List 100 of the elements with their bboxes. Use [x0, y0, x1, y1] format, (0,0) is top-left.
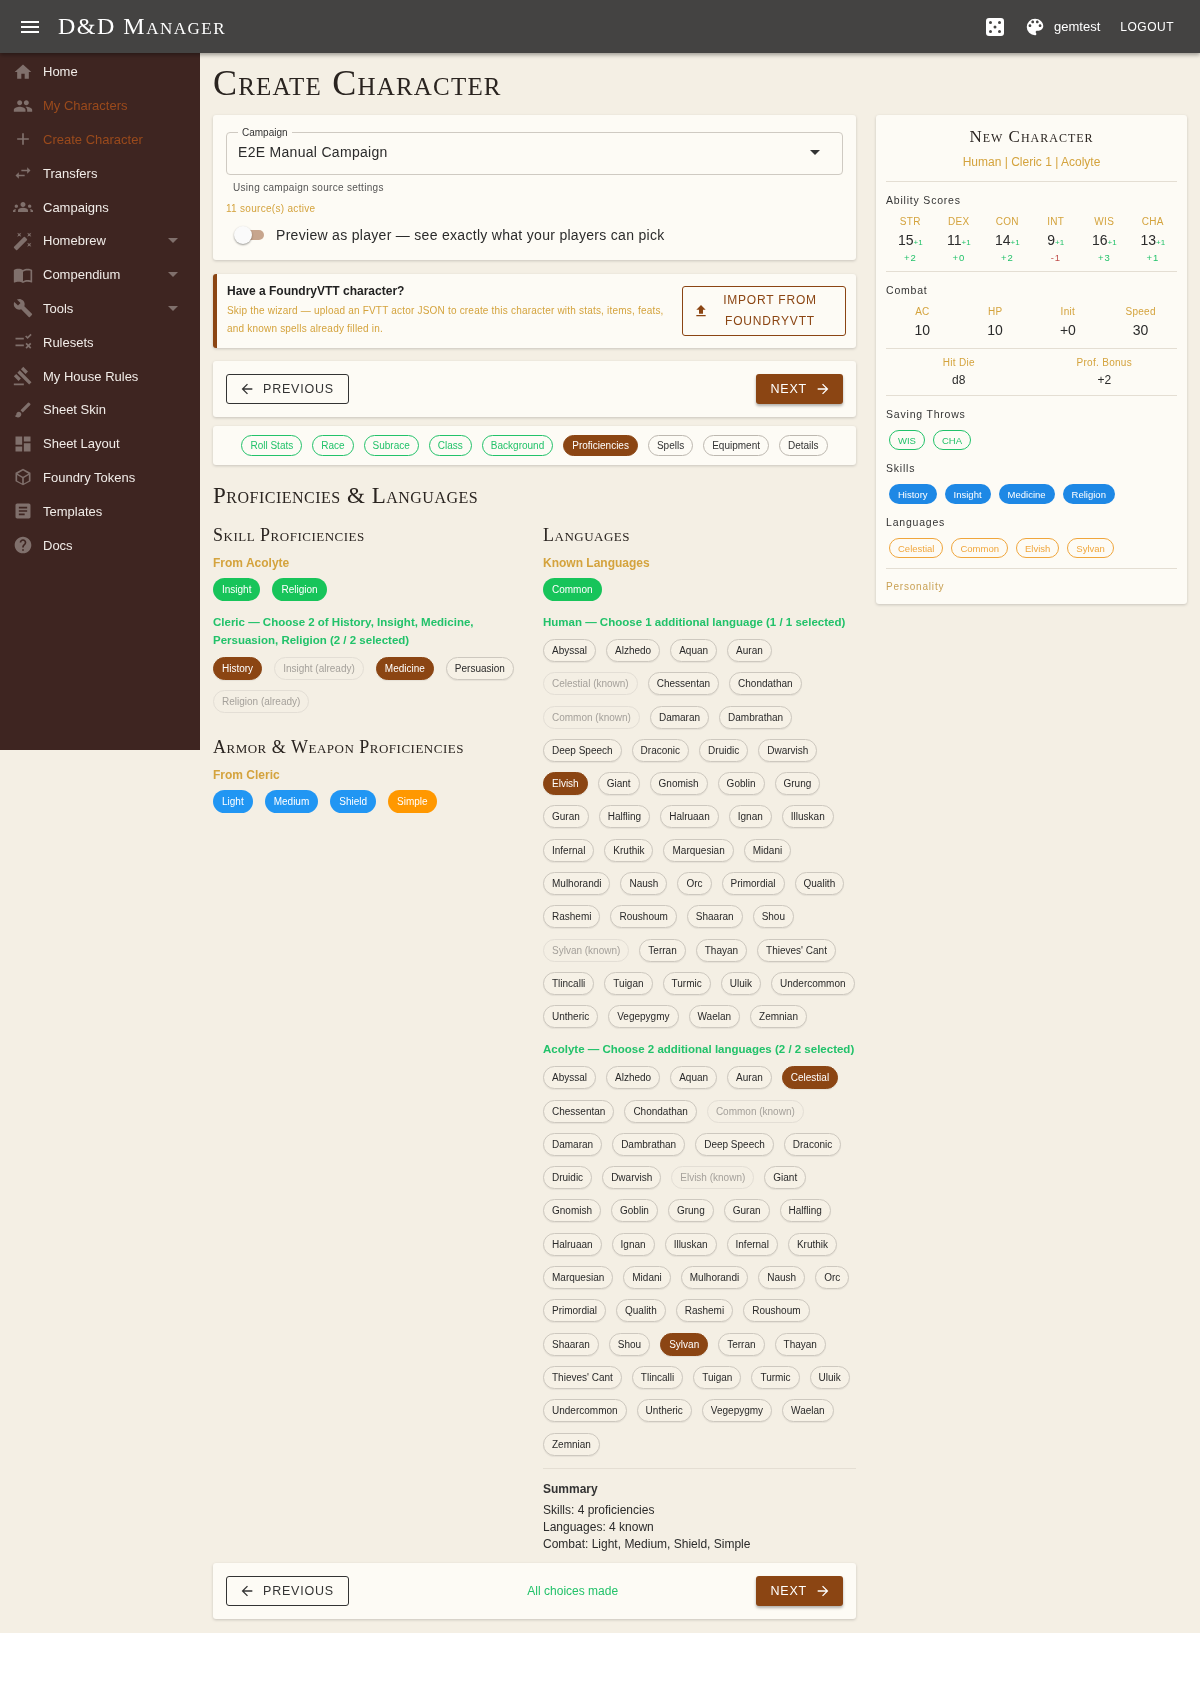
language-chip[interactable]: Waelan — [688, 1005, 741, 1029]
language-chip[interactable]: Vegepygmy — [608, 1005, 679, 1029]
sidebar-item[interactable]: My House Rules — [0, 359, 200, 393]
language-chip[interactable]: Deep Speech — [695, 1132, 774, 1156]
language-chip[interactable]: Abyssal — [543, 639, 596, 662]
language-chip[interactable]: Untheric — [636, 1399, 692, 1423]
language-chip[interactable]: Undercommon — [771, 971, 855, 995]
language-chip[interactable]: Orc — [677, 872, 712, 896]
language-chip[interactable]: Shou — [752, 905, 794, 929]
sidebar-item[interactable]: Foundry Tokens — [0, 460, 200, 495]
language-chip[interactable]: Damaran — [543, 1132, 603, 1156]
step-chip[interactable]: Proficiencies — [563, 435, 638, 456]
language-chip[interactable]: Shaaran — [686, 905, 743, 929]
sidebar-item[interactable]: Compendium — [0, 257, 200, 292]
next-button[interactable]: NEXT — [756, 1575, 843, 1606]
language-chip[interactable]: Dambrathan — [612, 1132, 686, 1156]
language-chip[interactable]: Dwarvish — [602, 1166, 662, 1190]
language-chip[interactable]: Kruthik — [604, 838, 654, 862]
language-chip[interactable]: Mulhorandi — [543, 872, 611, 896]
sidebar-item[interactable]: Sheet Layout — [0, 426, 200, 461]
toggle-switch[interactable] — [234, 226, 264, 244]
language-chip[interactable]: Halruaan — [543, 1232, 602, 1256]
skill-chip[interactable]: History — [213, 657, 263, 680]
next-button[interactable]: NEXT — [756, 374, 843, 404]
language-chip[interactable]: Marquesian — [663, 838, 734, 862]
language-chip[interactable]: Illuskan — [781, 805, 834, 829]
language-chip[interactable]: Zemnian — [750, 1005, 807, 1029]
language-chip[interactable]: Elvish — [543, 772, 588, 796]
language-chip[interactable]: Waelan — [782, 1399, 834, 1423]
language-chip[interactable]: Chondathan — [729, 672, 802, 696]
language-chip[interactable]: Grung — [667, 1199, 714, 1223]
language-chip[interactable]: Guran — [543, 805, 589, 829]
language-chip[interactable]: Undercommon — [543, 1399, 627, 1423]
language-chip[interactable]: Terran — [639, 938, 686, 962]
language-chip[interactable]: Halruaan — [660, 805, 719, 829]
language-chip[interactable]: Alzhedo — [606, 1066, 661, 1090]
language-chip[interactable]: Vegepygmy — [701, 1399, 773, 1423]
language-chip[interactable]: Midani — [623, 1266, 671, 1290]
sidebar-item[interactable]: Docs — [0, 528, 200, 562]
sidebar-item[interactable]: Home — [0, 55, 200, 89]
language-chip[interactable]: Alzhedo — [606, 639, 661, 662]
skill-chip[interactable]: Medicine — [375, 657, 434, 680]
sidebar-item[interactable]: Campaigns — [0, 190, 200, 224]
skill-chip[interactable]: Persuasion — [445, 657, 514, 680]
language-chip[interactable]: Qualith — [794, 872, 845, 896]
sidebar-item[interactable]: Transfers — [0, 156, 200, 191]
language-chip[interactable]: Goblin — [717, 772, 765, 796]
language-chip[interactable]: Naush — [620, 872, 668, 896]
sidebar-item[interactable]: Templates — [0, 494, 200, 529]
language-chip[interactable]: Guran — [723, 1199, 770, 1223]
language-chip[interactable]: Zemnian — [543, 1432, 600, 1456]
language-chip[interactable]: Giant — [764, 1166, 807, 1190]
sidebar-item[interactable]: Sheet Skin — [0, 392, 200, 427]
language-chip[interactable]: Orc — [815, 1266, 850, 1290]
language-chip[interactable]: Infernal — [543, 838, 595, 862]
language-chip[interactable]: Infernal — [726, 1232, 778, 1256]
language-chip[interactable]: Rashemi — [675, 1299, 734, 1323]
sidebar-item[interactable]: Tools — [0, 291, 200, 326]
language-chip[interactable]: Uluik — [720, 971, 761, 995]
language-chip[interactable]: Aquan — [670, 639, 718, 662]
language-chip[interactable]: Grung — [774, 772, 821, 796]
sidebar-item[interactable]: Homebrew — [0, 224, 200, 258]
language-chip[interactable]: Deep Speech — [543, 738, 622, 762]
language-chip[interactable]: Untheric — [543, 1005, 599, 1029]
language-chip[interactable]: Illuskan — [664, 1232, 717, 1256]
language-chip[interactable]: Goblin — [611, 1199, 658, 1223]
language-chip[interactable]: Roushoum — [610, 905, 677, 929]
language-chip[interactable]: Sylvan — [660, 1332, 709, 1356]
language-chip[interactable]: Turmic — [751, 1365, 800, 1389]
language-chip[interactable]: Rashemi — [543, 905, 601, 929]
language-chip[interactable]: Ignan — [611, 1232, 655, 1256]
language-chip[interactable]: Shaaran — [543, 1332, 599, 1356]
language-chip[interactable]: Marquesian — [543, 1266, 614, 1290]
language-chip[interactable]: Shou — [608, 1332, 651, 1356]
language-chip[interactable]: Druidic — [543, 1166, 593, 1190]
language-chip[interactable]: Halfling — [779, 1199, 831, 1223]
language-chip[interactable]: Thieves' Cant — [543, 1365, 622, 1389]
language-chip[interactable]: Turmic — [662, 971, 711, 995]
language-chip[interactable]: Mulhorandi — [680, 1266, 749, 1290]
language-chip[interactable]: Chondathan — [624, 1099, 697, 1123]
language-chip[interactable]: Halfling — [598, 805, 651, 829]
language-chip[interactable]: Dwarvish — [758, 738, 818, 762]
language-chip[interactable]: Midani — [743, 838, 792, 862]
previous-button[interactable]: PREVIOUS — [226, 374, 349, 404]
language-chip[interactable]: Auran — [727, 639, 772, 662]
language-chip[interactable]: Chessentan — [647, 672, 720, 696]
language-chip[interactable]: Primordial — [721, 872, 785, 896]
language-chip[interactable]: Uluik — [809, 1365, 850, 1389]
campaign-select[interactable]: Campaign E2E Manual Campaign — [226, 127, 843, 175]
previous-button[interactable]: PREVIOUS — [226, 1575, 349, 1606]
language-chip[interactable]: Qualith — [616, 1299, 666, 1323]
sidebar-item[interactable]: Rulesets — [0, 325, 200, 360]
language-chip[interactable]: Draconic — [783, 1132, 842, 1156]
language-chip[interactable]: Dambrathan — [719, 705, 793, 729]
language-chip[interactable]: Ignan — [728, 805, 772, 829]
language-chip[interactable]: Primordial — [543, 1299, 606, 1323]
language-chip[interactable]: Gnomish — [543, 1199, 601, 1223]
language-chip[interactable]: Gnomish — [649, 772, 708, 796]
language-chip[interactable]: Druidic — [699, 738, 749, 762]
language-chip[interactable]: Draconic — [631, 738, 690, 762]
